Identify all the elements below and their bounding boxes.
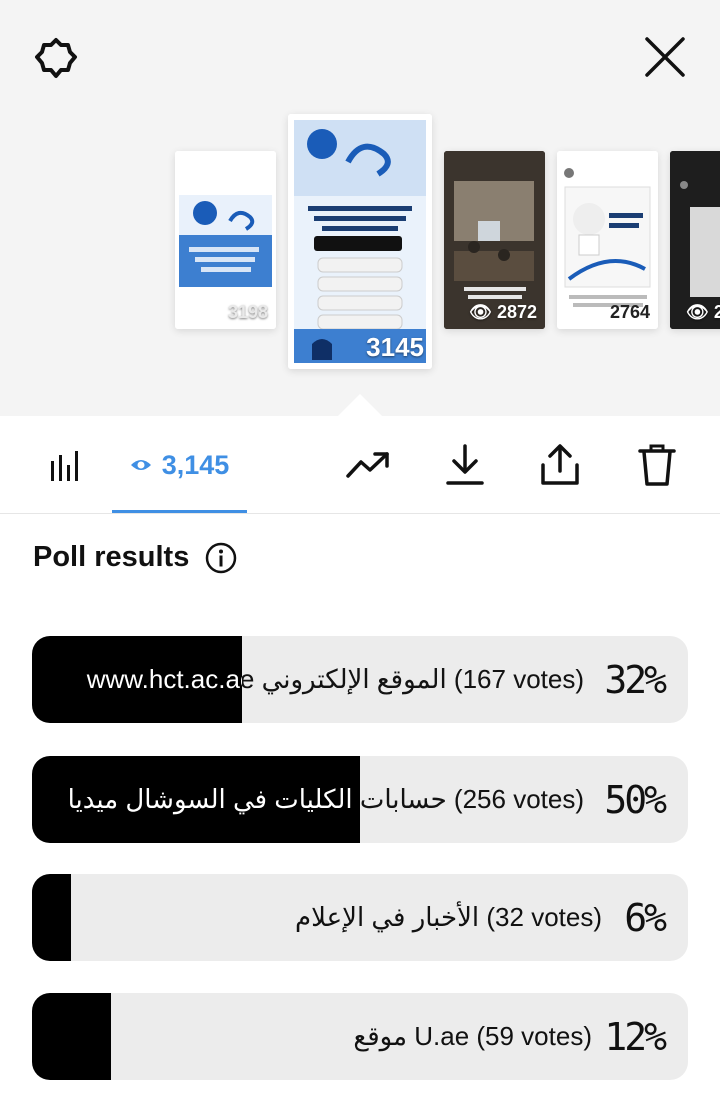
poll-option-label: موقع U.ae (59 votes) — [353, 1021, 592, 1051]
poll-results-title: Poll results — [33, 541, 190, 573]
promote-button[interactable] — [343, 442, 393, 488]
thumbnail-view-count: 👁 2 — [686, 302, 720, 323]
story-thumbnail[interactable]: 👁 2872 — [444, 151, 545, 329]
poll-option: حسابات الكليات في السوشال ميديا (256 vot… — [32, 756, 688, 843]
insights-button[interactable] — [40, 442, 90, 488]
poll-option-fill — [32, 874, 72, 961]
active-tab-underline — [112, 510, 247, 513]
poll-option-percent: 50% — [604, 777, 667, 822]
story-thumbnail[interactable]: 2764 — [557, 151, 658, 329]
thumbnail-view-count: 3198 — [227, 302, 268, 322]
story-preview-area: 3198 3145 👁 2872 2764 👁 2 — [0, 0, 720, 416]
poll-option: الأخبار في الإعلام (32 votes) 6% — [32, 874, 688, 961]
thumbnail-view-count: 3145 — [366, 332, 424, 362]
views-tab[interactable]: 3,145 — [112, 442, 247, 488]
poll-option-percent: 32% — [604, 657, 667, 702]
poll-option: www.hct.ac.ae الموقع الإلكتروني (167 vot… — [32, 636, 688, 723]
gear-icon — [35, 38, 77, 78]
views-count: 3,145 — [161, 449, 230, 480]
info-icon[interactable] — [205, 542, 237, 574]
download-button[interactable] — [440, 442, 490, 488]
eye-icon — [130, 460, 151, 470]
poll-option: موقع U.ae (59 votes) 12% — [32, 993, 688, 1080]
poll-option-percent: 6% — [624, 895, 667, 940]
bar-chart-icon — [51, 451, 78, 481]
story-thumbnail[interactable]: 👁 2 — [670, 151, 720, 329]
poll-option-fill — [32, 993, 111, 1080]
poll-option-label: www.hct.ac.ae الموقع الإلكتروني (167 vot… — [86, 664, 584, 694]
share-button[interactable] — [535, 442, 585, 488]
story-thumbnails: 3198 3145 👁 2872 2764 👁 2 — [0, 110, 720, 380]
trending-icon — [346, 452, 389, 478]
thumbnail-view-count-value: 2 — [713, 302, 720, 322]
story-toolbar: 3,145 — [0, 416, 720, 514]
thumbnail-view-count-value: 2872 — [496, 302, 537, 322]
settings-button[interactable] — [30, 36, 82, 82]
delete-button[interactable] — [632, 442, 682, 488]
story-image — [288, 114, 432, 369]
poll-option-percent: 12% — [604, 1014, 667, 1059]
trash-icon — [638, 444, 676, 486]
thumbnail-view-count: 👁 2872 — [469, 302, 537, 323]
selected-indicator — [338, 394, 382, 416]
eye-icon: 👁 — [686, 302, 709, 322]
download-icon — [446, 444, 484, 485]
share-icon — [541, 444, 579, 485]
story-thumbnail[interactable]: 3198 — [175, 151, 276, 329]
poll-option-label: الأخبار في الإعلام (32 votes) — [294, 902, 602, 932]
eye-icon: 👁 — [469, 302, 492, 322]
poll-option-label: حسابات الكليات في السوشال ميديا (256 vot… — [67, 784, 584, 814]
thumbnail-view-count: 2764 — [609, 302, 650, 322]
close-icon — [645, 37, 685, 77]
story-thumbnail-selected[interactable]: 3145 — [288, 114, 432, 369]
poll-results-header: Poll results — [33, 541, 237, 574]
close-button[interactable] — [640, 34, 690, 80]
